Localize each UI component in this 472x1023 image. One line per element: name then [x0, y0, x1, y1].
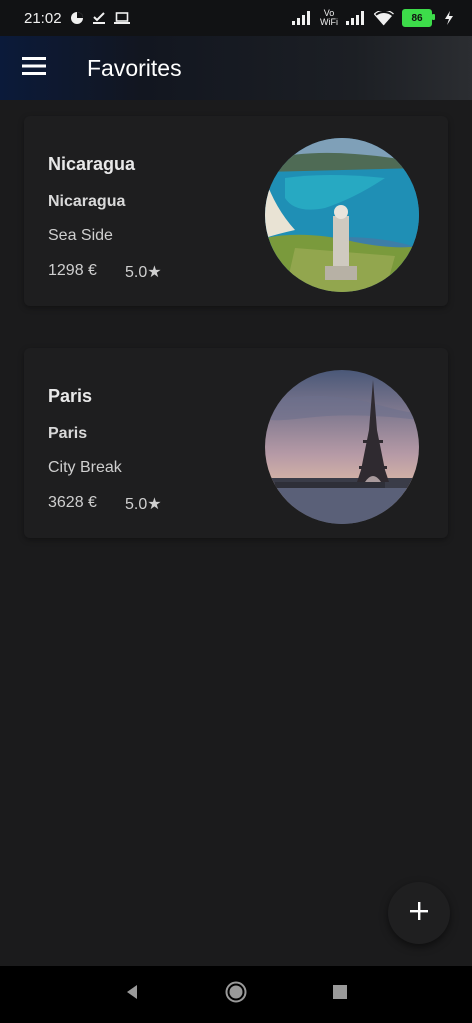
hamburger-menu-icon: [22, 56, 46, 80]
download-done-icon: [92, 11, 106, 25]
plus-icon: [410, 901, 428, 925]
charging-icon: [444, 11, 454, 25]
signal-icon: [292, 11, 312, 25]
card-title: Paris: [48, 386, 93, 406]
system-nav-bar: [0, 966, 472, 1023]
card-rating: 5.0★: [125, 264, 162, 281]
back-icon: [124, 984, 140, 1005]
favorite-card-nicaragua[interactable]: Nicaragua Nicaragua Sea Side 1298 € 5.0★: [24, 116, 448, 306]
card-trip-type: Sea Side: [48, 227, 113, 244]
page-title: Favorites: [87, 54, 182, 81]
recents-button[interactable]: [320, 975, 360, 1015]
card-title: Nicaragua: [48, 154, 136, 174]
vowifi-icon: Vo WiFi: [320, 9, 338, 27]
menu-button[interactable]: [0, 36, 68, 100]
app-bar: Favorites: [0, 36, 472, 100]
status-bar: 21:02 Vo WiFi 86: [0, 0, 472, 36]
signal-icon: [346, 11, 366, 25]
status-left: 21:02: [24, 10, 130, 27]
home-icon: [225, 981, 247, 1008]
recents-icon: [333, 985, 347, 1004]
card-subtitle: Nicaragua: [48, 193, 126, 210]
add-favorite-button[interactable]: [388, 882, 450, 944]
card-rating: 5.0★: [125, 496, 162, 513]
laptop-icon: [113, 11, 130, 25]
eiffel-tower-sunset-photo: [265, 370, 419, 524]
card-subtitle: Paris: [48, 425, 88, 442]
card-price: 3628 €: [48, 494, 97, 511]
pie-chart-icon: [70, 11, 84, 25]
battery-icon: 86: [402, 9, 435, 27]
wifi-icon: [374, 10, 394, 26]
card-trip-type: City Break: [48, 459, 122, 476]
vowifi-label-bottom: WiFi: [320, 17, 338, 27]
back-button[interactable]: [112, 975, 152, 1015]
home-button[interactable]: [216, 975, 256, 1015]
card-price: 1298 €: [48, 262, 97, 279]
coastal-bay-statue-photo: [265, 138, 419, 292]
status-right: Vo WiFi 86: [292, 9, 454, 27]
battery-level: 86: [411, 12, 423, 24]
status-time: 21:02: [24, 9, 62, 27]
favorite-card-paris[interactable]: Paris Paris City Break 3628 € 5.0★: [24, 348, 448, 538]
